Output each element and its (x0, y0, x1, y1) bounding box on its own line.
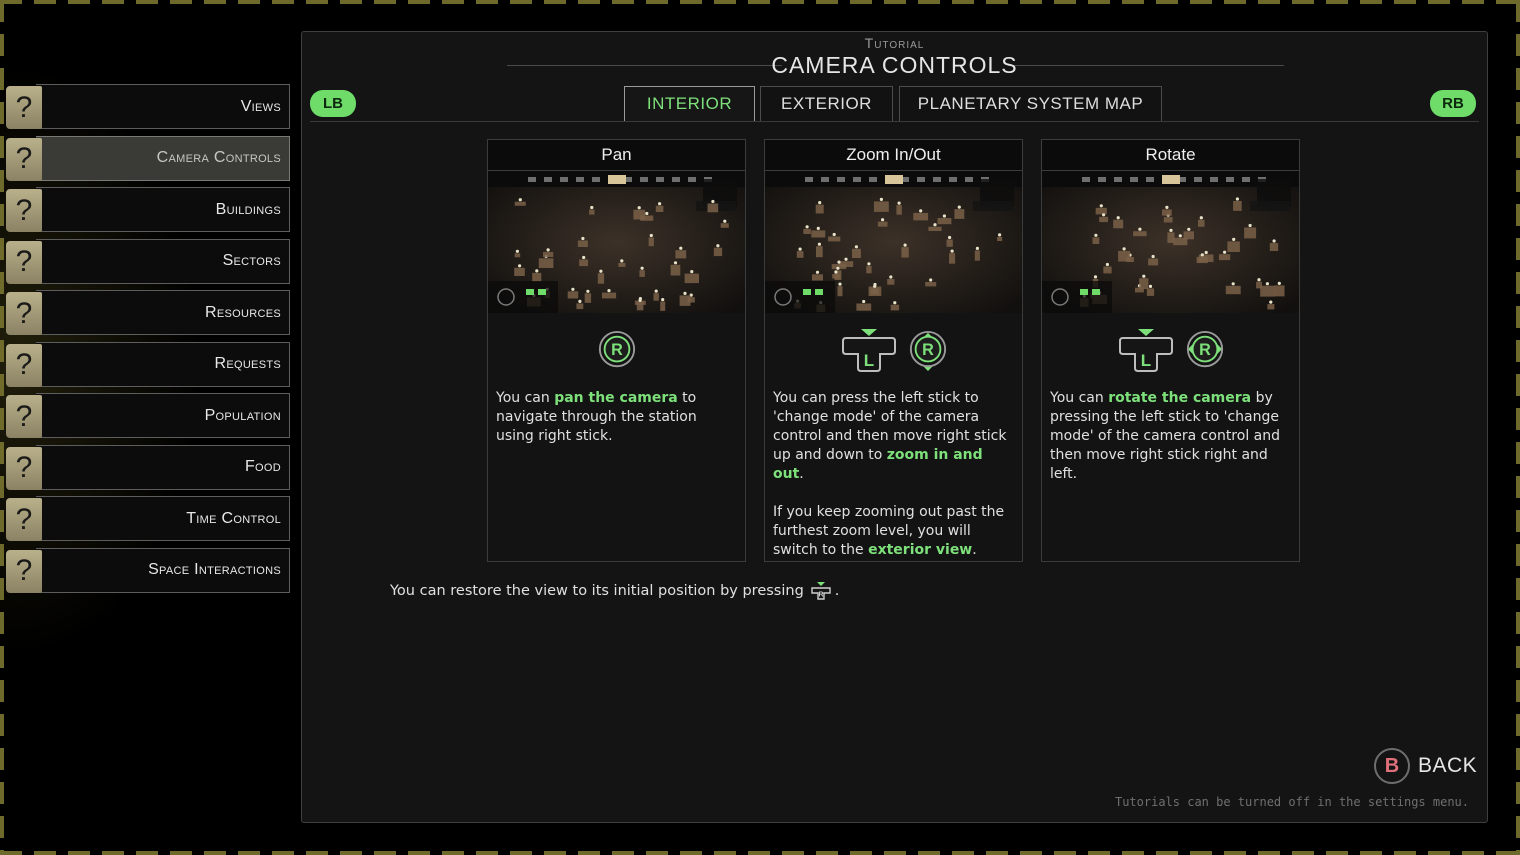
sidebar-item-label: Space Interactions (148, 561, 281, 578)
svg-text:L: L (863, 351, 873, 370)
card-title: Rotate (1042, 140, 1299, 171)
restore-suffix: . (834, 583, 840, 599)
question-icon: ? (6, 86, 42, 129)
sidebar-item-label: Buildings (215, 200, 281, 218)
sidebar-item-label: Population (204, 406, 281, 424)
question-icon: ? (6, 240, 42, 284)
question-icon: ? (6, 498, 42, 541)
sidebar-item-label: Camera Controls (156, 149, 281, 166)
sidebar-item-label: Food (244, 458, 281, 475)
svg-text:R: R (1199, 341, 1211, 359)
sidebar-item-box: Views (36, 84, 290, 129)
left-stick-press-icon: L (1117, 327, 1175, 375)
card-paragraph: You can pan the camera to navigate throu… (496, 389, 737, 446)
sidebar-item-label: Sectors (222, 252, 281, 269)
card-description: You can press the left stick to 'change … (765, 389, 1022, 560)
restore-view-hint: You can restore the view to its initial … (390, 581, 839, 601)
sidebar-item-population[interactable]: ? Population (6, 393, 290, 440)
sidebar-item-box: Space Interactions (36, 547, 290, 593)
card-screenshot (765, 171, 1022, 313)
sidebar-item-label: Resources (205, 303, 281, 321)
hazard-border-right (1516, 0, 1520, 855)
sidebar-item-label: Time Control (186, 509, 281, 527)
card-description: You can pan the camera to navigate throu… (488, 389, 745, 446)
question-icon: ? (6, 395, 42, 438)
settings-footnote: Tutorials can be turned off in the setti… (1114, 795, 1469, 809)
lb-bumper-button[interactable]: LB (310, 90, 356, 117)
svg-text:R: R (922, 341, 934, 359)
body-text: . (972, 542, 977, 558)
sidebar-item-box: Sectors (36, 238, 290, 284)
question-icon: ? (6, 189, 42, 232)
tutorial-sidebar: ? Views? Camera Controls? Buildings? Sectors… (6, 84, 290, 599)
body-text: You can (496, 390, 555, 406)
sidebar-item-space-interactions[interactable]: ? Space Interactions (6, 547, 290, 595)
svg-text:R: R (611, 341, 623, 359)
card-controls: LR (765, 313, 1022, 389)
sidebar-item-box: Camera Controls (36, 135, 290, 181)
sidebar-item-box: Resources (36, 290, 290, 335)
sidebar-item-food[interactable]: ? Food (6, 444, 290, 492)
sidebar-item-resources[interactable]: ? Resources (6, 290, 290, 337)
svg-text:L: L (1140, 351, 1150, 370)
question-icon: ? (6, 446, 42, 490)
svg-text:R: R (818, 592, 823, 599)
sidebar-item-views[interactable]: ? Views (6, 84, 290, 131)
page-title: CAMERA CONTROLS (771, 52, 1018, 78)
card-controls: R (488, 313, 745, 389)
right-stick-vertical-icon: R (908, 327, 948, 375)
tutorial-panel: Tutorial CAMERA CONTROLS LB RB INTERIOR … (301, 31, 1488, 823)
question-icon: ? (6, 137, 42, 181)
card-pan: Pan R You can pan the camera to navigate t… (487, 139, 746, 562)
right-stick-horizontal-icon: R (1185, 327, 1225, 375)
tutorial-kicker: Tutorial (864, 35, 925, 51)
sidebar-item-box: Buildings (36, 187, 290, 232)
question-icon: ? (6, 549, 42, 593)
back-label: BACK (1418, 754, 1478, 777)
card-title: Zoom In/Out (765, 140, 1022, 171)
body-text: You can (1050, 390, 1109, 406)
card-description: You can rotate the camera by pressing th… (1042, 389, 1299, 484)
sidebar-item-sectors[interactable]: ? Sectors (6, 238, 290, 286)
card-paragraph: If you keep zooming out past the furthes… (773, 503, 1014, 560)
question-icon: ? (6, 292, 42, 335)
sidebar-item-box: Food (36, 444, 290, 490)
card-title: Pan (488, 140, 745, 171)
dpad-reset-icon: R (809, 581, 833, 601)
card-zoom-in-out: Zoom In/Out L R You can press the left stic… (764, 139, 1023, 562)
left-stick-press-icon: L (840, 327, 898, 375)
sidebar-item-label: Views (240, 97, 281, 115)
sidebar-item-box: Population (36, 393, 290, 438)
back-button[interactable]: B BACK (1374, 748, 1477, 784)
highlight-text: pan the camera (554, 390, 678, 406)
question-icon: ? (6, 343, 42, 387)
restore-text: You can restore the view to its initial … (390, 583, 804, 599)
tab-divider (310, 121, 1479, 122)
card-screenshot (488, 171, 745, 313)
rb-bumper-button[interactable]: RB (1430, 90, 1476, 117)
sidebar-item-time-control[interactable]: ? Time Control (6, 496, 290, 543)
card-screenshot (1042, 171, 1299, 313)
card-paragraph: You can rotate the camera by pressing th… (1050, 389, 1291, 484)
sidebar-item-camera-controls[interactable]: ? Camera Controls (6, 135, 290, 183)
sidebar-item-box: Requests (36, 341, 290, 387)
tab-exterior[interactable]: EXTERIOR (760, 86, 893, 121)
tab-planetary-system-map[interactable]: PLANETARY SYSTEM MAP (899, 86, 1162, 121)
body-text: . (799, 466, 804, 482)
sidebar-item-requests[interactable]: ? Requests (6, 341, 290, 389)
sidebar-item-label: Requests (214, 355, 281, 372)
card-paragraph: You can press the left stick to 'change … (773, 389, 1014, 484)
highlight-text: rotate the camera (1108, 390, 1252, 406)
tab-interior[interactable]: INTERIOR (624, 86, 755, 121)
card-controls: LR (1042, 313, 1299, 389)
highlight-text: exterior view (868, 542, 973, 558)
right-stick-icon: R (597, 327, 637, 375)
sidebar-item-buildings[interactable]: ? Buildings (6, 187, 290, 234)
card-rotate: Rotate L R You can rotate the camera by pre… (1041, 139, 1300, 562)
sidebar-item-box: Time Control (36, 496, 290, 541)
b-button-icon: B (1374, 748, 1410, 784)
